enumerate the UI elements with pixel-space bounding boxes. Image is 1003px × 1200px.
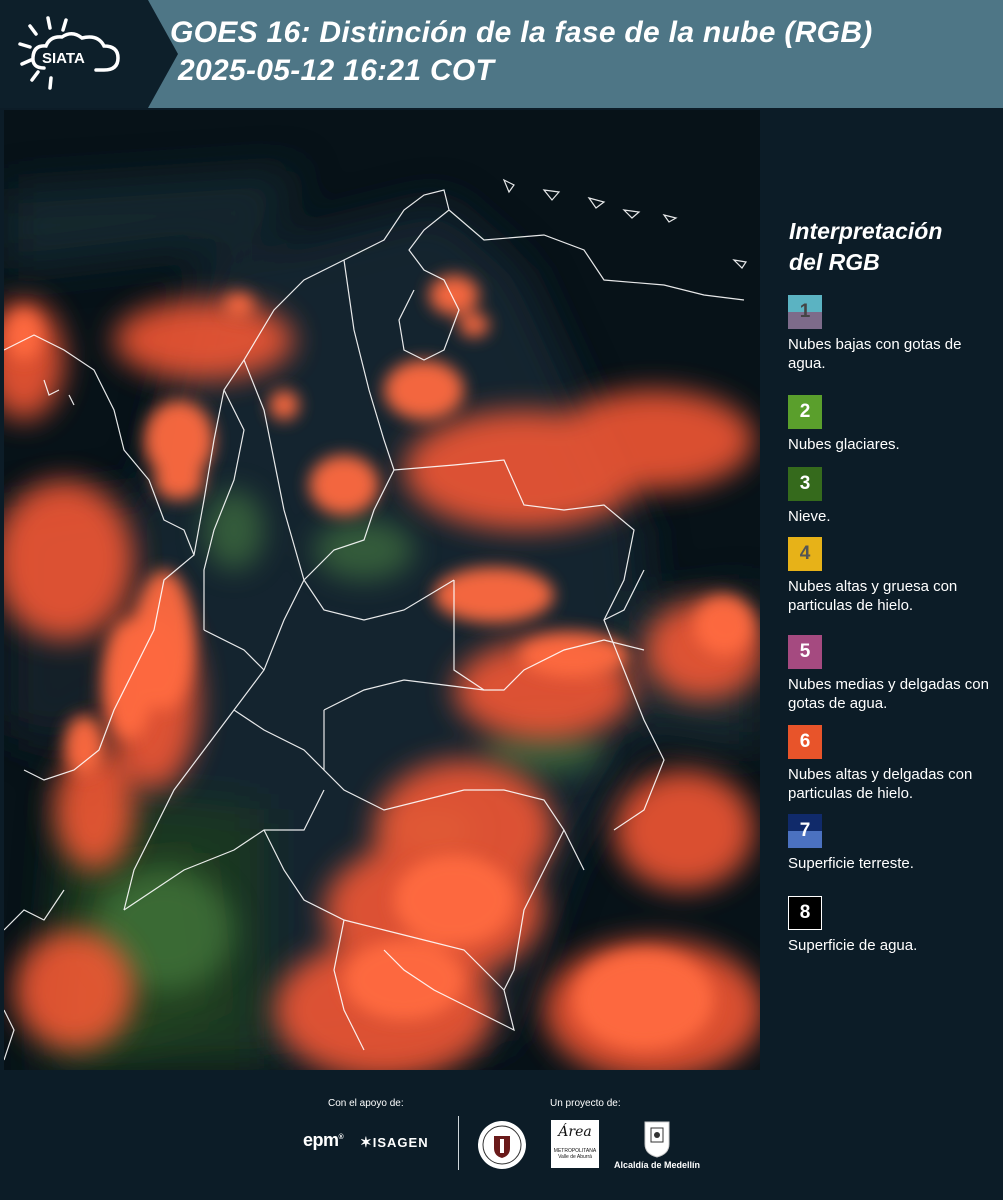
legend-item-5: 5 Nubes medias y delgadas con gotas de ag… bbox=[788, 635, 1000, 713]
header-banner: SIATA GOES 16: Distinción de la fase de … bbox=[0, 0, 1003, 108]
legend-title: Interpretación del RGB bbox=[789, 216, 942, 278]
siata-sun-icon: SIATA bbox=[18, 16, 120, 90]
title-line-2: 2025-05-12 16:21 COT bbox=[178, 54, 495, 87]
alcaldia-crest-icon bbox=[644, 1121, 670, 1158]
support-label: Con el apoyo de: bbox=[328, 1098, 404, 1109]
isagen-logo-text: ISAGEN bbox=[372, 1135, 429, 1150]
alcaldia-text: Alcaldía de Medellín bbox=[614, 1160, 701, 1170]
medellin-seal-icon bbox=[478, 1121, 526, 1169]
area-logo-subtext: METROPOLITANA Valle de Aburrá bbox=[553, 1148, 597, 1160]
legend-item-1: 1 Nubes bajas con gotas de agua. bbox=[788, 295, 1000, 373]
legend-title-line-2: del RGB bbox=[789, 249, 880, 275]
legend-number-4: 4 bbox=[799, 543, 811, 564]
legend-label-1: Nubes bajas con gotas de agua. bbox=[788, 336, 962, 372]
isagen-logo: ✶ISAGEN bbox=[360, 1134, 429, 1151]
legend-swatch-6: 6 bbox=[788, 725, 822, 759]
satellite-map[interactable] bbox=[4, 110, 760, 1070]
footer: Con el apoyo de: Un proyecto de: epm® ✶I… bbox=[0, 1070, 1003, 1200]
epm-logo: epm® bbox=[303, 1130, 344, 1150]
isagen-star-icon: ✶ bbox=[360, 1134, 373, 1150]
area-metropolitana-logo: Área METROPOLITANA Valle de Aburrá bbox=[551, 1120, 599, 1168]
siata-logo-text: SIATA bbox=[42, 50, 85, 67]
satellite-imagery bbox=[4, 110, 760, 1070]
legend-number-8: 8 bbox=[799, 902, 811, 923]
page-title: GOES 16: Distinción de la fase de la nub… bbox=[170, 14, 873, 90]
legend-label-8: Superficie de agua. bbox=[788, 937, 918, 954]
legend-swatch-4: 4 bbox=[788, 537, 822, 571]
legend-swatch-8: 8 bbox=[788, 896, 822, 930]
title-line-1: GOES 16: Distinción de la fase de la nub… bbox=[170, 16, 873, 49]
legend-swatch-7: 7 bbox=[788, 814, 822, 848]
legend-label-2: Nubes glaciares. bbox=[788, 436, 900, 453]
project-label: Un proyecto de: bbox=[550, 1098, 621, 1109]
legend-number-1: 1 bbox=[799, 301, 811, 322]
legend-number-6: 6 bbox=[799, 731, 811, 752]
legend-swatch-2: 2 bbox=[788, 395, 822, 429]
legend-item-3: 3 Nieve. bbox=[788, 467, 1000, 526]
legend-label-4: Nubes altas y gruesa con particulas de h… bbox=[788, 578, 958, 614]
area-logo-text: Área bbox=[558, 1124, 592, 1140]
legend-item-8: 8 Superficie de agua. bbox=[788, 896, 1000, 955]
legend-panel: Interpretación del RGB 1 Nubes bajas con … bbox=[760, 108, 1003, 1070]
legend-swatch-1: 1 bbox=[788, 295, 822, 329]
legend-number-2: 2 bbox=[799, 401, 811, 422]
legend-item-4: 4 Nubes altas y gruesa con particulas de … bbox=[788, 537, 1000, 615]
legend-label-6: Nubes altas y delgadas con particulas de… bbox=[788, 766, 973, 802]
legend-title-line-1: Interpretación bbox=[789, 218, 943, 244]
legend-item-2: 2 Nubes glaciares. bbox=[788, 395, 1000, 454]
legend-number-5: 5 bbox=[799, 641, 811, 662]
legend-item-6: 6 Nubes altas y delgadas con particulas d… bbox=[788, 725, 1000, 803]
footer-divider bbox=[458, 1116, 459, 1170]
legend-swatch-3: 3 bbox=[788, 467, 822, 501]
legend-label-5: Nubes medias y delgadas con gotas de agu… bbox=[788, 676, 989, 712]
legend-label-7: Superficie terreste. bbox=[788, 855, 914, 872]
epm-logo-text: epm bbox=[303, 1130, 339, 1150]
legend-swatch-5: 5 bbox=[788, 635, 822, 669]
siata-logo-box: SIATA bbox=[0, 0, 148, 108]
legend-label-3: Nieve. bbox=[788, 508, 831, 525]
legend-number-3: 3 bbox=[799, 473, 811, 494]
legend-item-7: 7 Superficie terreste. bbox=[788, 814, 1000, 873]
legend-number-7: 7 bbox=[799, 820, 811, 841]
